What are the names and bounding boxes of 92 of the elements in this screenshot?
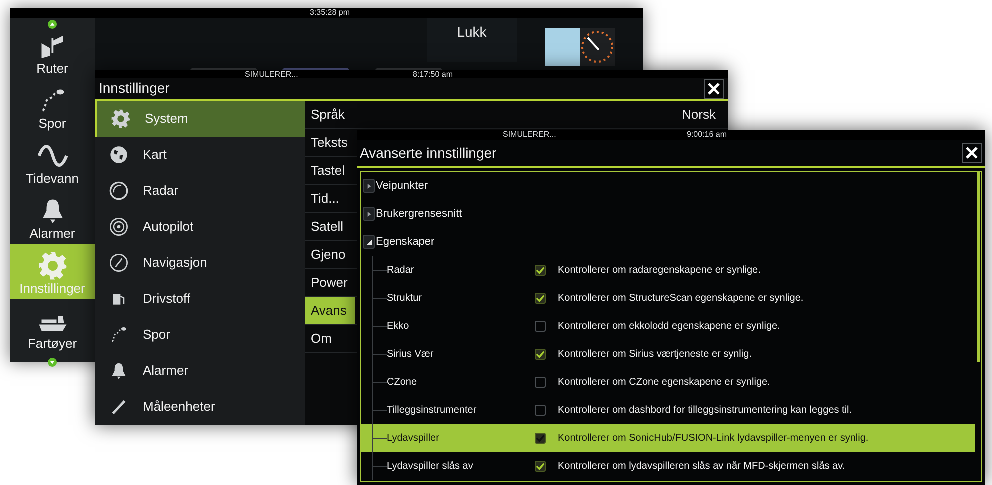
category-item[interactable]: Radar <box>95 173 305 209</box>
scroll-down-icon <box>48 358 57 367</box>
feature-name: Tilleggsinstrumenter <box>387 404 478 418</box>
feature-row[interactable]: Struktur Kontrollerer om StructureScan egenskapene er synlige. <box>361 284 975 312</box>
sidebar-label: Innstillinger <box>20 281 86 297</box>
sidebar-item[interactable]: Tidevann <box>10 134 95 189</box>
gear-icon <box>111 109 131 129</box>
feature-row[interactable]: Lydavspiller Kontrollerer om SonicHub/FUSION-Link lydavspiller-menyen er synlig. <box>361 424 975 452</box>
tree-node[interactable]: Egenskaper <box>361 228 975 256</box>
feature-name: Sirius Vær <box>387 348 435 362</box>
sidebar-label: Tidevann <box>26 171 79 187</box>
scrollbar[interactable] <box>977 172 980 362</box>
feature-name: Struktur <box>387 292 424 306</box>
feature-description: Kontrollerer om Sirius værtjeneste er synlig. <box>558 348 752 362</box>
sidebar-label: Alarmer <box>30 226 76 242</box>
feature-name: CZone <box>387 376 418 390</box>
feature-row[interactable]: Sirius Vær Kontrollerer om Sirius værtjeneste er synlig. <box>361 340 975 368</box>
category-item[interactable]: Drivstoff <box>95 281 305 317</box>
sidebar-item[interactable]: Alarmer <box>10 189 95 244</box>
sidebar-label: Spor <box>38 116 66 132</box>
feature-checkbox[interactable] <box>535 460 546 472</box>
option-row[interactable]: Om <box>305 325 355 352</box>
wheel-icon <box>109 217 129 237</box>
feature-checkbox[interactable] <box>535 292 546 304</box>
feature-name: Lydavspiller <box>387 432 440 446</box>
feature-description: Kontrollerer om ekkolodd egenskapene er synlige. <box>558 320 780 334</box>
sidebar-label: Ruter <box>36 61 68 77</box>
feature-checkbox[interactable] <box>535 376 546 388</box>
category-item[interactable]: Spor <box>95 317 305 353</box>
category-item[interactable]: Autopilot <box>95 209 305 245</box>
gauge-icon <box>109 253 129 273</box>
option-row[interactable]: Avans <box>305 297 355 324</box>
option-row[interactable]: Teksts <box>305 129 355 156</box>
option-row[interactable]: Gjeno <box>305 241 355 268</box>
feature-checkbox[interactable] <box>535 404 546 416</box>
feature-row[interactable]: Lydavspiller slås av Kontrollerer om lydavspilleren slås av når MFD-skjermen slås av. <box>361 452 975 480</box>
clock-text: 9:00:16 am <box>687 130 728 140</box>
trail-icon <box>109 325 129 345</box>
feature-checkbox[interactable] <box>535 432 546 444</box>
feature-row[interactable]: CZone Kontrollerer om CZone egenskapene er synlige. <box>361 368 975 396</box>
feature-row[interactable]: Ekko Kontrollerer om ekkolodd egenskapene er synlige. <box>361 312 975 340</box>
radar-icon <box>109 181 129 201</box>
expander-icon[interactable] <box>363 207 375 221</box>
option-value: Norsk <box>682 106 716 124</box>
sidebar-item[interactable]: Fartøyer <box>10 299 95 354</box>
category-item[interactable]: Alarmer <box>95 353 305 389</box>
feature-checkbox[interactable] <box>535 320 546 332</box>
feature-description: Kontrollerer om lydavspilleren slås av når MFD-skjermen slås av. <box>558 460 846 474</box>
clock-text: 8:17:50 am <box>413 70 454 80</box>
feature-description: Kontrollerer om SonicHub/FUSION-Link lydavspiller-menyen er synlig. <box>558 432 869 446</box>
feature-name: Radar <box>387 264 416 278</box>
close-icon <box>966 147 978 159</box>
window-title: Innstillinger <box>99 79 170 98</box>
close-label: Lukk <box>457 23 487 42</box>
close-button[interactable] <box>962 143 982 163</box>
category-item[interactable]: Kart <box>95 137 305 173</box>
category-item[interactable]: Måleenheter <box>95 389 305 425</box>
option-row[interactable]: Tid... <box>305 185 355 212</box>
sidebar-item[interactable]: Ruter <box>10 24 95 79</box>
category-item[interactable]: System <box>95 101 305 137</box>
clock-text: 3:35:28 pm <box>310 8 350 18</box>
feature-description: Kontrollerer om radaregenskapene er synlige. <box>558 264 761 278</box>
option-row[interactable]: Power <box>305 269 355 296</box>
feature-description: Kontrollerer om StructureScan egenskapene er synlige. <box>558 292 804 306</box>
feature-description: Kontrollerer om dashbord for tilleggsinstrumentering kan legges til. <box>558 404 852 418</box>
tree-node[interactable]: Veipunkter <box>361 172 975 200</box>
gear-icon <box>38 251 68 281</box>
feature-name: Ekko <box>387 320 410 334</box>
status-text: SIMULERER... <box>245 70 298 80</box>
feature-checkbox[interactable] <box>535 264 546 276</box>
close-panel[interactable]: Lukk <box>427 18 517 62</box>
status-text: SIMULERER... <box>503 130 556 140</box>
feature-description: Kontrollerer om CZone egenskapene er synlige. <box>558 376 770 390</box>
option-row[interactable]: Satell <box>305 213 355 240</box>
map-thumbnail <box>545 28 580 66</box>
sidebar-label: Fartøyer <box>28 336 78 352</box>
feature-row[interactable]: Radar Kontrollerer om radaregenskapene er synlige. <box>361 256 975 284</box>
tree-node[interactable]: Brukergrensesnitt <box>361 200 975 228</box>
window-title: Avanserte innstillinger <box>360 144 497 163</box>
sidebar-item[interactable]: Spor <box>10 79 95 134</box>
scroll-up-icon <box>48 20 57 29</box>
gauge-drawing <box>580 28 615 66</box>
globe-icon <box>109 145 129 165</box>
feature-name: Lydavspiller slås av <box>387 460 474 474</box>
feature-checkbox[interactable] <box>535 348 546 360</box>
option-row[interactable]: Språk Norsk <box>305 101 728 128</box>
close-icon <box>708 82 720 94</box>
option-row[interactable]: Tastel <box>305 157 355 184</box>
expander-icon[interactable] <box>363 235 375 249</box>
close-button[interactable] <box>704 78 724 98</box>
expander-icon[interactable] <box>363 179 375 193</box>
category-item[interactable]: Navigasjon <box>95 245 305 281</box>
